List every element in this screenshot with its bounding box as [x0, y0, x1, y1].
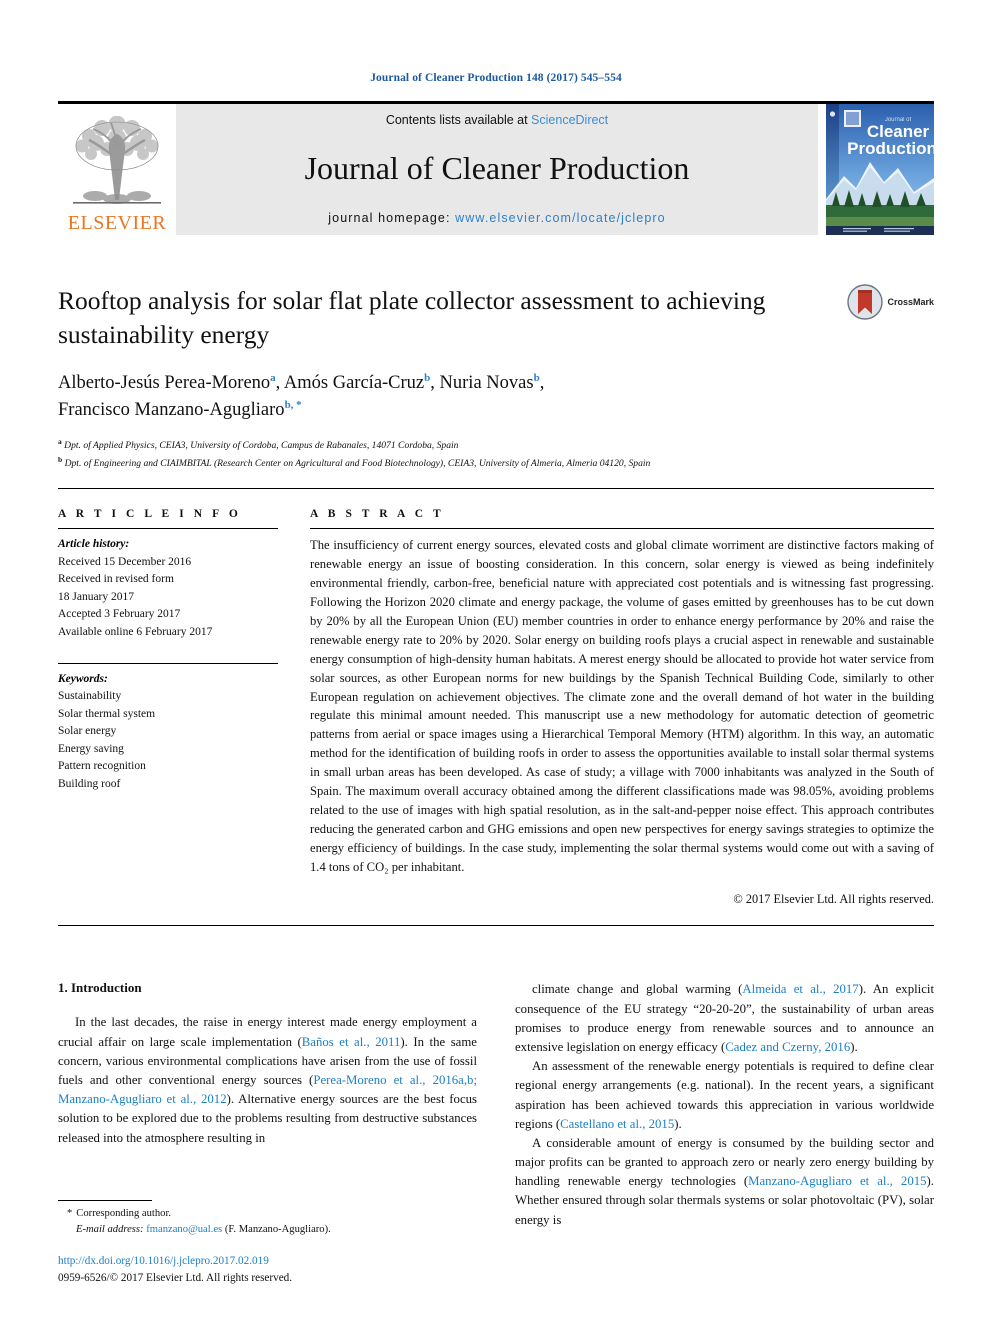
body-columns: 1. Introduction In the last decades, the…: [58, 980, 934, 1229]
author-3: Nuria Novas: [439, 373, 534, 394]
keyword-item: Energy saving: [58, 742, 124, 755]
author-4: Francisco Manzano-Agugliaro: [58, 399, 285, 420]
article-info-heading: A R T I C L E I N F O: [58, 508, 242, 521]
journal-cover-thumbnail[interactable]: Journal of Cleaner Production: [826, 104, 934, 235]
corresponding-author-marker: *: [67, 1207, 73, 1219]
crossmark-icon: [847, 284, 884, 320]
history-line: Received in revised form: [58, 573, 174, 586]
history-line: Available online 6 February 2017: [58, 625, 213, 638]
author-1: Alberto-Jesús Perea-Moreno: [58, 373, 271, 394]
email-note: E-mail address: fmanzano@ual.es (F. Manz…: [58, 1222, 458, 1238]
author-1-affil-marker[interactable]: a: [270, 372, 276, 384]
abstract-heading: A B S T R A C T: [310, 508, 445, 521]
info-abstract-row: A R T I C L E I N F O Article history: R…: [58, 508, 934, 907]
keywords-label: Keywords:: [58, 672, 108, 685]
author-list: Alberto-Jesús Perea-Morenoa, Amós García…: [58, 372, 545, 420]
journal-cover-image: Journal of Cleaner Production: [826, 104, 934, 235]
journal-title: Journal of Cleaner Production: [304, 150, 690, 187]
corresponding-author-text: Corresponding author.: [76, 1207, 172, 1219]
body-column-right: climate change and global warming (Almei…: [515, 980, 934, 1229]
article-history-label: Article history:: [58, 538, 130, 551]
crossmark-label: CrossMark: [887, 297, 934, 307]
keywords-rule: [58, 662, 278, 664]
title-block: Rooftop analysis for solar flat plate co…: [58, 284, 934, 471]
homepage-prefix: journal homepage:: [328, 211, 456, 225]
keywords-block: Keywords: Sustainability Solar thermal s…: [58, 671, 278, 793]
body-top-rule: [58, 925, 934, 927]
abstract-copyright: © 2017 Elsevier Ltd. All rights reserved…: [733, 892, 934, 907]
keyword-item: Building roof: [58, 777, 121, 790]
keyword-item: Sustainability: [58, 690, 122, 703]
keyword-item: Solar energy: [58, 725, 117, 738]
contents-line: Contents lists available at ScienceDirec…: [386, 113, 608, 127]
email-owner: (F. Manzano-Agugliaro).: [224, 1224, 331, 1235]
affiliation-b-text: Dpt. of Engineering and CIAIMBITAL (Rese…: [64, 457, 651, 469]
author-2: Amós García-Cruz: [283, 373, 425, 394]
history-line: 18 January 2017: [58, 590, 135, 603]
email-link[interactable]: fmanzano@ual.es: [146, 1224, 222, 1235]
journal-homepage-line: journal homepage: www.elsevier.com/locat…: [328, 211, 665, 225]
affiliation-b: b Dpt. of Engineering and CIAIMBITAL (Re…: [58, 454, 934, 472]
affiliations: a Dpt. of Applied Physics, CEIA3, Univer…: [58, 436, 934, 472]
issn-copyright-line: 0959-6526/© 2017 Elsevier Ltd. All right…: [58, 1272, 293, 1285]
footnote-block: * Corresponding author. E-mail address: f…: [58, 1199, 458, 1287]
running-head: Journal of Cleaner Production 148 (2017)…: [370, 72, 622, 84]
corresponding-author-note: * Corresponding author.: [58, 1206, 458, 1222]
author-4-affil-marker[interactable]: b, *: [285, 398, 302, 410]
abstract-column: A B S T R A C T The insufficiency of cur…: [310, 508, 934, 907]
body-column-left: 1. Introduction In the last decades, the…: [58, 980, 477, 1229]
crossmark-badge[interactable]: CrossMark: [847, 284, 934, 320]
elsevier-wordmark: ELSEVIER: [67, 212, 167, 234]
intro-paragraph-right-3: A considerable amount of energy is consu…: [515, 1135, 934, 1227]
info-section-top-rule: [58, 488, 934, 490]
svg-text:Production: Production: [847, 139, 934, 158]
author-2-affil-marker[interactable]: b: [424, 372, 430, 384]
doi-link[interactable]: http://dx.doi.org/10.1016/j.jclepro.2017…: [58, 1253, 458, 1270]
sciencedirect-link[interactable]: ScienceDirect: [531, 113, 608, 127]
elsevier-logo[interactable]: ELSEVIER: [58, 104, 176, 235]
section-heading-introduction: 1. Introduction: [58, 980, 142, 996]
abstract-text: The insufficiency of current energy sour…: [310, 538, 934, 874]
keyword-item: Solar thermal system: [58, 707, 156, 720]
affiliation-a: a Dpt. of Applied Physics, CEIA3, Univer…: [58, 436, 934, 454]
article-info-rule: [58, 528, 278, 530]
history-line: Received 15 December 2016: [58, 555, 192, 568]
author-3-affil-marker[interactable]: b: [534, 372, 540, 384]
page-title: Rooftop analysis for solar flat plate co…: [58, 286, 766, 349]
article-page: Journal of Cleaner Production 148 (2017)…: [0, 0, 992, 1323]
article-info-column: A R T I C L E I N F O Article history: R…: [58, 508, 310, 907]
contents-prefix: Contents lists available at: [385, 113, 532, 127]
doi-block: http://dx.doi.org/10.1016/j.jclepro.2017…: [58, 1253, 458, 1287]
keyword-item: Pattern recognition: [58, 760, 146, 773]
masthead-center: Contents lists available at ScienceDirec…: [176, 104, 818, 235]
history-line: Accepted 3 February 2017: [58, 608, 181, 621]
homepage-url-link[interactable]: www.elsevier.com/locate/jclepro: [455, 211, 666, 225]
affiliation-a-text: Dpt. of Applied Physics, CEIA3, Universi…: [64, 440, 459, 452]
footnote-rule: [58, 1199, 152, 1201]
affiliation-b-marker: b: [58, 454, 63, 464]
email-label: E-mail address:: [76, 1224, 144, 1235]
intro-paragraph-right-1: climate change and global warming (Almei…: [515, 982, 935, 1054]
intro-paragraph-right-2: An assessment of the renewable energy po…: [515, 1059, 934, 1131]
affiliation-a-marker: a: [58, 436, 62, 446]
intro-paragraph-left: In the last decades, the raise in energy…: [58, 1015, 478, 1145]
journal-masthead: ELSEVIER Contents lists available at Sci…: [58, 104, 934, 235]
elsevier-tree-icon: [73, 116, 161, 204]
abstract-rule: [310, 528, 934, 530]
